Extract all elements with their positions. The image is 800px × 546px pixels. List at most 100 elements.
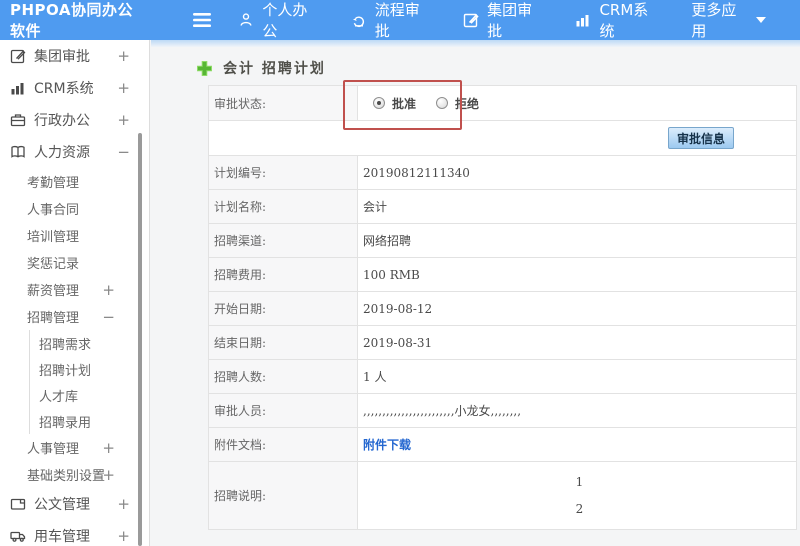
radio-reject[interactable]: 拒绝: [436, 95, 479, 112]
sidebar: 集团审批 + CRM系统 + 行政办公 + 人力资源 − 考勤管理 人事合同 培…: [0, 40, 150, 546]
radio-approve[interactable]: 批准: [373, 95, 416, 112]
field-label: 开始日期:: [209, 292, 358, 325]
field-value: 网络招聘: [363, 234, 412, 248]
nav-crm-system[interactable]: CRM系统: [575, 0, 657, 41]
form-row-end-date: 结束日期: 2019-08-31: [209, 326, 796, 360]
sidebar-item-document-management[interactable]: 公文管理 +: [0, 488, 149, 520]
nav-label: 集团审批: [487, 1, 533, 40]
sidebar-item-label: 用车管理: [34, 529, 90, 545]
nav-more-apps[interactable]: 更多应用: [691, 0, 767, 41]
menu-toggle-icon[interactable]: [193, 13, 212, 27]
caret-down-icon: [756, 17, 767, 23]
sidebar-scrollbar[interactable]: [138, 133, 142, 546]
page-header: 会计 招聘计划: [151, 47, 800, 79]
nav-process-approval[interactable]: 流程审批: [351, 0, 429, 41]
field-value: 2019-08-12: [363, 301, 433, 316]
field-value: 2019-08-31: [363, 335, 433, 350]
form-row-description: 招聘说明: 1 2: [209, 462, 796, 529]
field-label: 计划编号:: [209, 156, 358, 189]
field-label: 审批状态:: [209, 86, 358, 120]
expand-toggle[interactable]: +: [102, 281, 115, 299]
field-label: 计划名称:: [209, 190, 358, 223]
expand-toggle[interactable]: +: [117, 79, 130, 97]
form-row-attachment: 附件文档: 附件下载: [209, 428, 796, 462]
field-value: 1 2: [358, 462, 796, 529]
sidebar-item-label: 考勤管理: [27, 176, 80, 191]
expand-toggle[interactable]: −: [102, 308, 115, 326]
expand-toggle[interactable]: +: [117, 111, 130, 129]
sidebar-item-personnel-management[interactable]: 人事管理 +: [0, 434, 149, 461]
expand-toggle[interactable]: −: [117, 143, 130, 161]
approval-status-radio-group: 批准 拒绝: [363, 95, 479, 112]
sidebar-item-human-resources[interactable]: 人力资源 −: [0, 136, 149, 168]
sidebar-item-recruitment-plan[interactable]: 招聘计划: [30, 356, 149, 382]
radio-approve-circle[interactable]: [373, 97, 385, 109]
sidebar-item-label: 招聘计划: [39, 363, 92, 379]
form-row-plan-number: 计划编号: 20190812111340: [209, 156, 796, 190]
sidebar-item-recruitment-hiring[interactable]: 招聘录用: [30, 408, 149, 434]
sidebar-item-label: 人才库: [39, 389, 79, 405]
form-row-plan-name: 计划名称: 会计: [209, 190, 796, 224]
field-label: 招聘渠道:: [209, 224, 358, 257]
sidebar-item-label: 薪资管理: [27, 284, 80, 299]
description-line: 1: [575, 475, 584, 489]
sidebar-item-recruitment-management[interactable]: 招聘管理 −: [0, 303, 149, 330]
nav-group-approval[interactable]: 集团审批: [463, 0, 541, 41]
radio-reject-label: 拒绝: [455, 96, 480, 111]
field-label: 结束日期:: [209, 326, 358, 359]
attachment-download-link[interactable]: 附件下载: [363, 436, 411, 453]
top-navigation: 个人办公 流程审批 集团审批 CRM系统 更多应用: [238, 0, 800, 41]
recruitment-submenu: 招聘需求 招聘计划 人才库 招聘录用: [29, 330, 149, 434]
sidebar-item-label: 招聘需求: [39, 337, 92, 353]
sidebar-item-label: 招聘录用: [39, 415, 92, 431]
sidebar-item-recruitment-demand[interactable]: 招聘需求: [30, 330, 149, 356]
sidebar-item-label: 人事合同: [27, 203, 80, 218]
sidebar-item-training-management[interactable]: 培训管理: [0, 222, 149, 249]
edit-square-icon: [10, 48, 26, 64]
sidebar-item-basic-category-settings[interactable]: 基础类别设置 +: [0, 461, 149, 488]
field-value: 1 人: [363, 370, 387, 384]
add-icon[interactable]: [196, 60, 213, 77]
nav-label: 流程审批: [374, 1, 420, 40]
form-row-recruitment-channel: 招聘渠道: 网络招聘: [209, 224, 796, 258]
form-row-recruitment-cost: 招聘费用: 100 RMB: [209, 258, 796, 292]
form-row-actions: 审批信息: [209, 121, 796, 156]
sidebar-item-group-approval[interactable]: 集团审批 +: [0, 40, 149, 72]
sidebar-item-attendance-management[interactable]: 考勤管理: [0, 168, 149, 195]
sidebar-item-label: 奖惩记录: [27, 257, 80, 272]
form-row-status: 审批状态: 批准 拒绝: [209, 86, 796, 121]
expand-toggle[interactable]: +: [117, 495, 130, 513]
expand-toggle[interactable]: +: [102, 466, 115, 484]
form-row-start-date: 开始日期: 2019-08-12: [209, 292, 796, 326]
sidebar-item-label: 行政办公: [34, 113, 90, 129]
sidebar-item-label: 公文管理: [34, 497, 90, 513]
sidebar-item-reward-punishment-records[interactable]: 奖惩记录: [0, 249, 149, 276]
book-icon: [10, 144, 26, 160]
field-value: 100 RMB: [363, 267, 420, 282]
sidebar-item-label: CRM系统: [34, 81, 94, 97]
sidebar-item-crm-system[interactable]: CRM系统 +: [0, 72, 149, 104]
approval-form: 审批状态: 批准 拒绝 审批信息 计划编号: 20190812111340 计划…: [208, 85, 797, 530]
radio-approve-label: 批准: [392, 96, 417, 111]
sidebar-item-vehicle-management[interactable]: 用车管理 +: [0, 520, 149, 546]
nav-label: 更多应用: [691, 1, 737, 40]
field-label: 招聘说明:: [209, 462, 358, 529]
field-value: 会计: [363, 200, 388, 214]
field-label: 招聘费用:: [209, 258, 358, 291]
sidebar-item-admin-office[interactable]: 行政办公 +: [0, 104, 149, 136]
approval-info-button[interactable]: 审批信息: [668, 127, 734, 149]
sidebar-item-personnel-contract[interactable]: 人事合同: [0, 195, 149, 222]
main-content: 会计 招聘计划 审批状态: 批准 拒绝 审批信息 计划编号: 201908121…: [151, 40, 800, 546]
radio-reject-circle[interactable]: [436, 97, 449, 109]
document-icon: [10, 496, 26, 512]
expand-toggle[interactable]: +: [117, 527, 130, 545]
sidebar-item-salary-management[interactable]: 薪资管理 +: [0, 276, 149, 303]
page-title: 会计 招聘计划: [223, 61, 326, 77]
sidebar-item-talent-pool[interactable]: 人才库: [30, 382, 149, 408]
nav-personal-office[interactable]: 个人办公: [238, 0, 316, 41]
expand-toggle[interactable]: +: [102, 439, 115, 457]
expand-toggle[interactable]: +: [117, 47, 130, 65]
sidebar-item-label: 基础类别设置: [27, 469, 106, 484]
sidebar-item-label: 人事管理: [27, 442, 80, 457]
form-row-approvers: 审批人员: ,,,,,,,,,,,,,,,,,,,,,,,,小龙女,,,,,,,…: [209, 394, 796, 428]
